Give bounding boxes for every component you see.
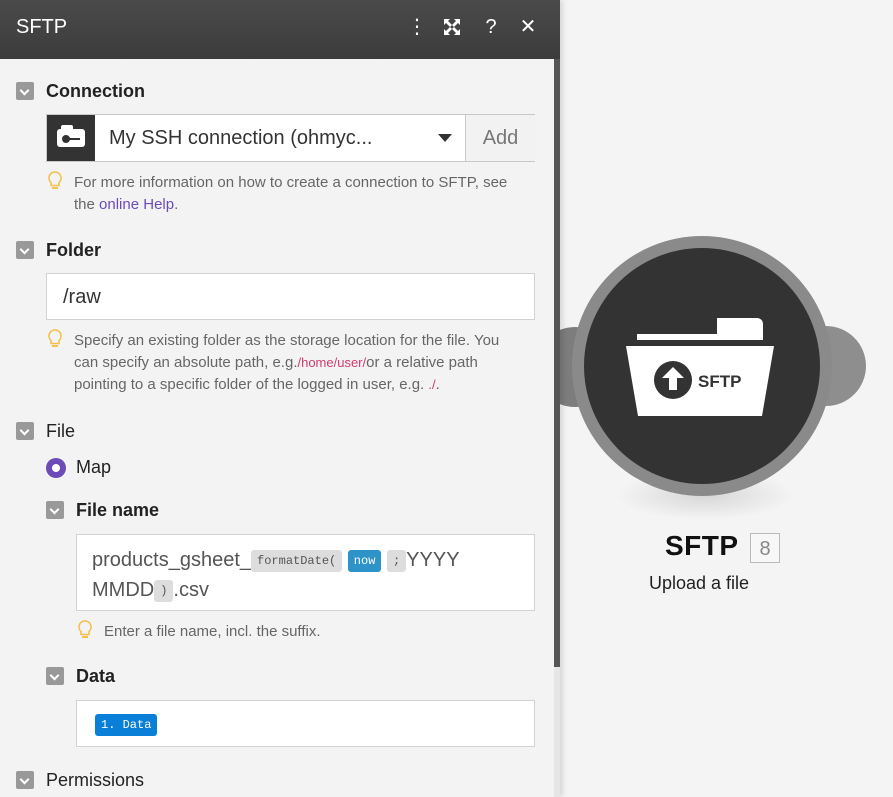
lightbulb-icon <box>48 329 62 347</box>
file-collapse-chevron-icon[interactable] <box>16 422 34 440</box>
chevron-down-icon[interactable] <box>438 134 452 142</box>
folder-hint-code-absolute: /home/user/ <box>297 355 367 370</box>
data-input[interactable]: 1. Data <box>76 700 535 747</box>
close-paren-pill[interactable]: ) <box>154 579 174 602</box>
map-radio[interactable] <box>46 458 66 478</box>
panel-titlebar: SFTP ⋮ ? ✕ <box>0 0 560 59</box>
connection-hint-suffix: . <box>174 196 179 213</box>
folder-hint-line1: Specify an existing folder as the storag… <box>74 332 500 349</box>
connection-hint-text: For more information on how to create a … <box>74 174 508 191</box>
permissions-label: Permissions <box>46 770 145 790</box>
lightbulb-icon <box>78 620 92 638</box>
folder-hint-suffix: . <box>435 376 440 393</box>
panel-scrollbar-thumb[interactable] <box>554 59 560 667</box>
separator-pill[interactable]: ; <box>386 549 407 572</box>
folder-hint-line3: pointing to a specific folder of the log… <box>74 376 425 393</box>
permissions-collapse-chevron-icon[interactable] <box>16 771 34 789</box>
node-subtitle: Upload a file <box>649 573 750 593</box>
connection-select[interactable]: My SSH connection (ohmyc... Add <box>46 114 535 162</box>
module-settings-panel: SFTP ⋮ ? ✕ Connection My SSH connection … <box>0 0 560 797</box>
filename-prefix: products_gsheet_ <box>92 549 252 571</box>
connection-label: Connection <box>46 81 145 101</box>
map-label: Map <box>76 457 112 477</box>
connection-hint-the: the <box>74 196 95 213</box>
now-variable-pill[interactable]: now <box>347 549 382 572</box>
date-format-part2: MMDD <box>92 579 155 601</box>
folder-input[interactable]: /raw <box>46 273 535 320</box>
file-label: File <box>46 421 76 441</box>
filename-input-content: products_gsheet_ formatDate( now ; YYYY MM… <box>92 545 522 605</box>
data-label: Data <box>76 666 116 686</box>
folder-input-value: /raw <box>63 286 101 308</box>
filename-collapse-chevron-icon[interactable] <box>46 501 64 519</box>
folder-hint-line2b: or a relative path <box>366 354 478 371</box>
folder-hint-line2: can specify an absolute path, e.g. <box>74 354 298 371</box>
expand-icon[interactable] <box>439 14 465 40</box>
folder-hint: Specify an existing folder as the storag… <box>74 330 544 396</box>
data-collapse-chevron-icon[interactable] <box>46 667 64 685</box>
filename-hint: Enter a file name, incl. the suffix. <box>104 623 321 640</box>
node-id-badge: 8 <box>750 533 780 563</box>
data-variable-pill[interactable]: 1. Data <box>95 714 158 736</box>
key-icon <box>47 115 95 161</box>
filename-input[interactable]: products_gsheet_ formatDate( now ; YYYY MM… <box>76 534 535 611</box>
upload-folder-icon: SFTP <box>626 318 774 416</box>
filename-suffix: .csv <box>173 579 209 601</box>
lightbulb-icon <box>48 171 62 189</box>
more-menu-icon[interactable]: ⋮ <box>404 14 430 40</box>
panel-title: SFTP <box>16 16 68 38</box>
filename-label: File name <box>76 500 160 520</box>
help-icon[interactable]: ? <box>478 14 504 40</box>
date-format-part1: YYYY <box>406 549 460 571</box>
formatdate-function-pill[interactable]: formatDate( <box>251 549 343 572</box>
panel-scrollbar-track[interactable] <box>554 667 560 797</box>
folder-hint-code-relative: ./ <box>428 377 436 392</box>
folder-label: Folder <box>46 240 102 260</box>
online-help-link[interactable]: online Help <box>99 196 174 213</box>
connection-select-value: My SSH connection (ohmyc... <box>109 127 373 149</box>
add-connection-button[interactable]: Add <box>465 115 535 161</box>
node-title: SFTP <box>665 530 739 561</box>
connection-hint: For more information on how to create a … <box>74 172 544 216</box>
connection-collapse-chevron-icon[interactable] <box>16 82 34 100</box>
close-icon[interactable]: ✕ <box>515 14 541 40</box>
svg-text:SFTP: SFTP <box>698 372 741 391</box>
folder-collapse-chevron-icon[interactable] <box>16 241 34 259</box>
